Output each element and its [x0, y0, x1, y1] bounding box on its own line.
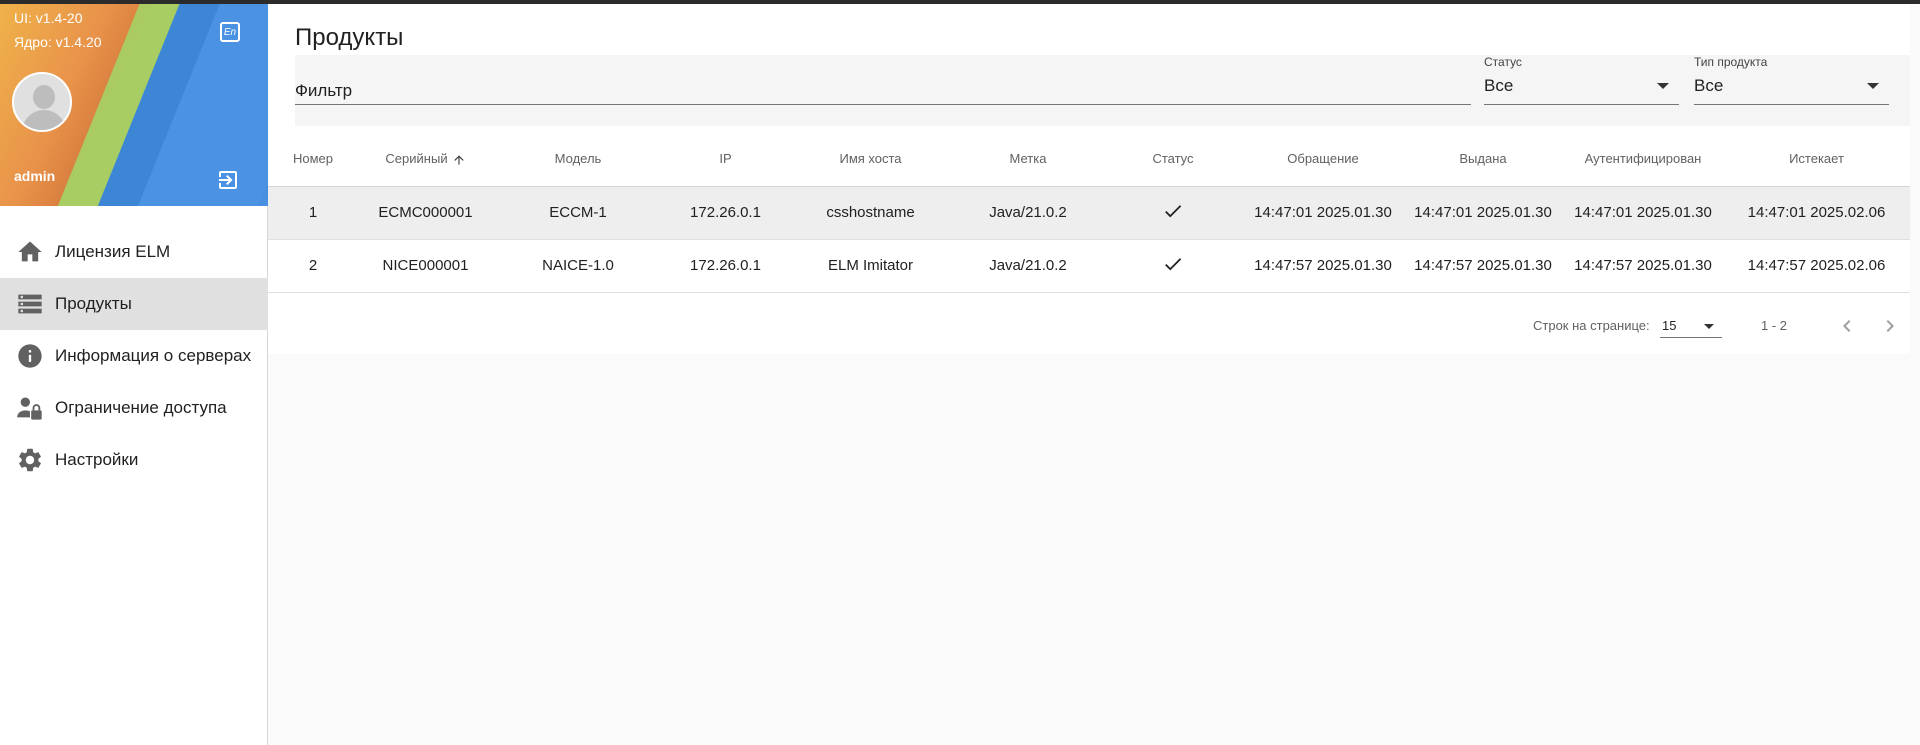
profile-header: UI: v1.4-20 Ядро: v1.4.20 En admin [0, 4, 268, 206]
avatar [12, 72, 72, 132]
table-header-row: Номер Серийный Модель IP Имя хоста Метка… [268, 132, 1910, 187]
page-title: Продукты [295, 24, 404, 51]
column-header-number[interactable]: Номер [268, 132, 358, 187]
rows-per-page-label: Строк на странице: [1533, 318, 1650, 333]
table-row[interactable]: 2 NICE000001 NAICE-1.0 172.26.0.1 ELM Im… [268, 239, 1910, 293]
status-select-value: Все [1484, 76, 1514, 95]
column-header-serial[interactable]: Серийный [358, 132, 493, 187]
table-cell: NICE000001 [358, 239, 493, 293]
table-row[interactable]: 1 ECMC000001 ECCM-1 172.26.0.1 csshostna… [268, 186, 1910, 240]
column-header-ip[interactable]: IP [663, 132, 788, 187]
product-type-select-caption: Тип продукта [1694, 55, 1768, 69]
chevron-down-icon [1704, 324, 1714, 329]
lock-person-icon [16, 394, 44, 422]
status-check-icon [1103, 186, 1243, 240]
sidebar-item-license[interactable]: Лицензия ELM [0, 226, 268, 278]
table-cell: 1 [268, 186, 358, 240]
column-header-status[interactable]: Статус [1103, 132, 1243, 187]
info-icon [16, 342, 44, 370]
table-cell: ECCM-1 [493, 186, 663, 240]
chevron-down-icon [1657, 83, 1669, 89]
ui-version: UI: v1.4-20 [14, 10, 83, 26]
table-cell: 14:47:57 2025.01.30 [1243, 239, 1403, 293]
sidebar-item-access-restriction[interactable]: Ограничение доступа [0, 382, 268, 434]
status-select-caption: Статус [1484, 55, 1522, 69]
sidebar-item-label: Настройки [55, 450, 139, 469]
table-cell: 14:47:01 2025.02.06 [1723, 186, 1910, 240]
column-header-issued[interactable]: Выдана [1403, 132, 1563, 187]
rows-per-page-value: 15 [1662, 318, 1677, 333]
chevron-down-icon [1867, 83, 1879, 89]
avatar-body [22, 110, 66, 130]
table-cell: NAICE-1.0 [493, 239, 663, 293]
column-header-request[interactable]: Обращение [1243, 132, 1403, 187]
gear-icon [16, 446, 44, 474]
sort-arrow-up-icon [453, 154, 464, 165]
main-content: Продукты Статус Все Тип продукта Все [268, 4, 1920, 745]
table-cell: Java/21.0.2 [953, 186, 1103, 240]
column-header-authenticated[interactable]: Аутентифицирован [1563, 132, 1723, 187]
filter-input[interactable] [295, 77, 1471, 105]
table-cell: 14:47:57 2025.01.30 [1403, 239, 1563, 293]
sidebar-nav: Лицензия ELM Продукты Информация о серве… [0, 226, 268, 486]
table-cell: 14:47:57 2025.01.30 [1563, 239, 1723, 293]
table-cell: csshostname [788, 186, 953, 240]
chevron-right-icon[interactable] [1878, 314, 1902, 338]
sidebar-item-settings[interactable]: Настройки [0, 434, 268, 486]
list-icon [16, 290, 44, 318]
products-table: Номер Серийный Модель IP Имя хоста Метка… [268, 132, 1910, 293]
sidebar-item-label: Продукты [55, 294, 132, 313]
sidebar-item-label: Информация о серверах [55, 346, 252, 365]
language-button[interactable]: En [220, 22, 240, 42]
core-version: Ядро: v1.4.20 [14, 34, 102, 50]
rows-per-page-select[interactable]: 15 [1660, 314, 1722, 338]
logout-icon[interactable] [216, 168, 240, 192]
table-cell: 172.26.0.1 [663, 186, 788, 240]
table-cell: 14:47:01 2025.01.30 [1563, 186, 1723, 240]
column-header-tag[interactable]: Метка [953, 132, 1103, 187]
column-header-model[interactable]: Модель [493, 132, 663, 187]
filter-bar: Статус Все Тип продукта Все [295, 55, 1910, 126]
table-cell: ELM Imitator [788, 239, 953, 293]
column-header-hostname[interactable]: Имя хоста [788, 132, 953, 187]
chevron-left-icon[interactable] [1835, 314, 1859, 338]
product-type-select[interactable]: Тип продукта Все [1694, 55, 1889, 105]
column-header-expires[interactable]: Истекает [1723, 132, 1910, 187]
table-cell: 14:47:57 2025.02.06 [1723, 239, 1910, 293]
home-icon [16, 238, 44, 266]
avatar-head [33, 85, 55, 109]
sidebar-item-label: Лицензия ELM [55, 242, 171, 261]
products-card: Продукты Статус Все Тип продукта Все [268, 4, 1910, 354]
sidebar-item-server-info[interactable]: Информация о серверах [0, 330, 268, 382]
status-select[interactable]: Статус Все [1484, 55, 1679, 105]
product-type-select-value: Все [1694, 76, 1724, 95]
username: admin [14, 168, 56, 184]
pagination: Строк на странице: 15 1 - 2 [268, 314, 1910, 338]
table-cell: 14:47:01 2025.01.30 [1403, 186, 1563, 240]
column-header-label: Серийный [385, 150, 448, 166]
table-cell: 14:47:01 2025.01.30 [1243, 186, 1403, 240]
table-cell: Java/21.0.2 [953, 239, 1103, 293]
table-cell: ECMC000001 [358, 186, 493, 240]
table-cell: 2 [268, 239, 358, 293]
sidebar-item-products[interactable]: Продукты [0, 278, 268, 330]
table-cell: 172.26.0.1 [663, 239, 788, 293]
sidebar-item-label: Ограничение доступа [55, 398, 227, 417]
status-check-icon [1103, 239, 1243, 293]
sidebar: UI: v1.4-20 Ядро: v1.4.20 En admin Лицен… [0, 4, 268, 745]
page-range: 1 - 2 [1761, 318, 1788, 333]
